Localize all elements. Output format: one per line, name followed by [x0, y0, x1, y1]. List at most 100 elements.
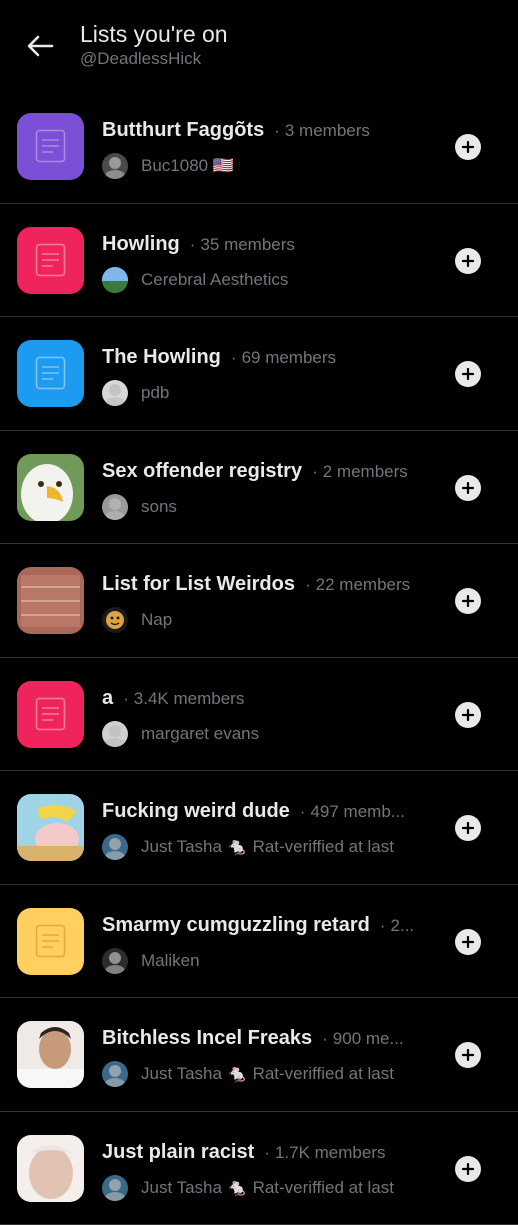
plus-icon	[462, 255, 474, 267]
list-cover-image	[17, 1021, 84, 1088]
add-button[interactable]	[455, 134, 481, 160]
list-item[interactable]: The Howling ·69 members pdb	[0, 317, 518, 431]
member-count: 35 members	[200, 235, 294, 255]
add-button[interactable]	[455, 815, 481, 841]
dot-separator: ·	[322, 1029, 328, 1049]
list-title-line: The Howling ·69 members	[102, 346, 432, 369]
owner-avatar	[102, 1061, 128, 1087]
owner-avatar	[102, 380, 128, 406]
owner-line: Just Tasha 🐁 Rat-veriffied at last	[102, 834, 394, 860]
list-cover-image	[17, 794, 84, 861]
list-name[interactable]: Just plain racist	[102, 1141, 254, 1164]
list-title-line: Howling ·35 members	[102, 233, 432, 256]
dot-separator: ·	[190, 235, 196, 255]
list-cover-image	[17, 454, 84, 521]
owner-name: Maliken	[141, 951, 200, 971]
plus-icon	[462, 141, 474, 153]
owner-line: Maliken	[102, 948, 200, 974]
dot-separator: ·	[305, 575, 311, 595]
owner-line: Cerebral Aesthetics	[102, 267, 288, 293]
list-title-line: Fucking weird dude·497 memb...	[102, 800, 432, 823]
owner-line: Just Tasha 🐁 Rat-veriffied at last	[102, 1175, 394, 1201]
member-count: 3 members	[285, 121, 370, 141]
owner-name: margaret evans	[141, 724, 259, 744]
dot-separator: ·	[264, 1143, 270, 1163]
owner-name: Just Tasha 🐁 Rat-veriffied at last	[141, 837, 394, 857]
owner-line: sons	[102, 494, 177, 520]
dot-separator: ·	[274, 121, 280, 141]
add-button[interactable]	[455, 361, 481, 387]
list-item[interactable]: Fucking weird dude·497 memb... Just Tasha…	[0, 771, 518, 885]
add-button[interactable]	[455, 1156, 481, 1182]
plus-icon	[462, 936, 474, 948]
back-button[interactable]	[24, 30, 56, 62]
member-count: 3.4K members	[134, 689, 245, 709]
owner-line: Nap	[102, 607, 172, 633]
list-item[interactable]: Howling ·35 members Cerebral Aesthetics	[0, 204, 518, 318]
list-title-line: Just plain racist ·1.7K members	[102, 1141, 432, 1164]
list-item[interactable]: Just plain racist ·1.7K members Just Tasha…	[0, 1112, 518, 1225]
list-item[interactable]: Smarmy cumguzzling retard ·2... Maliken	[0, 885, 518, 999]
add-button[interactable]	[455, 1042, 481, 1068]
list-title-line: a ·3.4K members	[102, 687, 432, 710]
add-button[interactable]	[455, 929, 481, 955]
list-title-line: Smarmy cumguzzling retard ·2...	[102, 914, 432, 937]
owner-avatar	[102, 834, 128, 860]
list-item[interactable]: List for List Weirdos·22 membersNap	[0, 544, 518, 658]
add-button[interactable]	[455, 475, 481, 501]
list-cover-image	[17, 567, 84, 634]
lists-container: Butthurt Faggõts·3 membersBuc1080 🇺🇸Howl…	[0, 90, 518, 1225]
member-count: 497 memb...	[310, 802, 405, 822]
owner-avatar	[102, 153, 128, 179]
list-title-line: Sex offender registry·2 members	[102, 460, 432, 483]
owner-name: Cerebral Aesthetics	[141, 270, 288, 290]
dot-separator: ·	[380, 916, 386, 936]
member-count: 2 members	[323, 462, 408, 482]
list-name[interactable]: List for List Weirdos	[102, 573, 295, 596]
list-name[interactable]: The Howling	[102, 346, 221, 369]
dot-separator: ·	[231, 348, 237, 368]
dot-separator: ·	[123, 689, 129, 709]
owner-line: margaret evans	[102, 721, 259, 747]
list-name[interactable]: Sex offender registry	[102, 460, 302, 483]
list-document-icon	[17, 681, 84, 748]
list-document-icon	[17, 113, 84, 180]
owner-avatar	[102, 494, 128, 520]
list-item[interactable]: a ·3.4K members margaret evans	[0, 658, 518, 772]
list-item[interactable]: Bitchless Incel Freaks·900 me...Just Tas…	[0, 998, 518, 1112]
list-title-line: Butthurt Faggõts ·3 members	[102, 119, 432, 142]
owner-name: Just Tasha 🐁 Rat-veriffied at last	[141, 1178, 394, 1198]
owner-avatar	[102, 267, 128, 293]
list-name[interactable]: Smarmy cumguzzling retard	[102, 914, 370, 937]
list-title-line: List for List Weirdos·22 members	[102, 573, 432, 596]
list-document-icon	[17, 908, 84, 975]
member-count: 1.7K members	[275, 1143, 386, 1163]
list-item[interactable]: Butthurt Faggõts ·3 members Buc1080 🇺🇸	[0, 90, 518, 204]
list-name[interactable]: Fucking weird dude	[102, 800, 290, 823]
list-name[interactable]: a	[102, 687, 113, 710]
add-button[interactable]	[455, 248, 481, 274]
owner-avatar	[102, 948, 128, 974]
owner-line: pdb	[102, 380, 169, 406]
owner-line: Buc1080 🇺🇸	[102, 153, 234, 179]
owner-line: Just Tasha 🐁 Rat-veriffied at last	[102, 1061, 394, 1087]
owner-name: Buc1080 🇺🇸	[141, 156, 234, 176]
add-button[interactable]	[455, 588, 481, 614]
arrow-left-icon	[26, 34, 54, 58]
top-bar: Lists you're on @DeadlessHick	[0, 0, 518, 96]
plus-icon	[462, 595, 474, 607]
list-title-line: Bitchless Incel Freaks·900 me...	[102, 1027, 432, 1050]
plus-icon	[462, 709, 474, 721]
list-name[interactable]: Howling	[102, 233, 180, 256]
list-item[interactable]: Sex offender registry·2 members sons	[0, 431, 518, 545]
list-name[interactable]: Butthurt Faggõts	[102, 119, 264, 142]
list-cover-image	[17, 1135, 84, 1202]
owner-avatar	[102, 721, 128, 747]
list-name[interactable]: Bitchless Incel Freaks	[102, 1027, 312, 1050]
member-count: 69 members	[242, 348, 336, 368]
plus-icon	[462, 1163, 474, 1175]
plus-icon	[462, 482, 474, 494]
member-count: 2...	[391, 916, 415, 936]
owner-avatar	[102, 1175, 128, 1201]
add-button[interactable]	[455, 702, 481, 728]
